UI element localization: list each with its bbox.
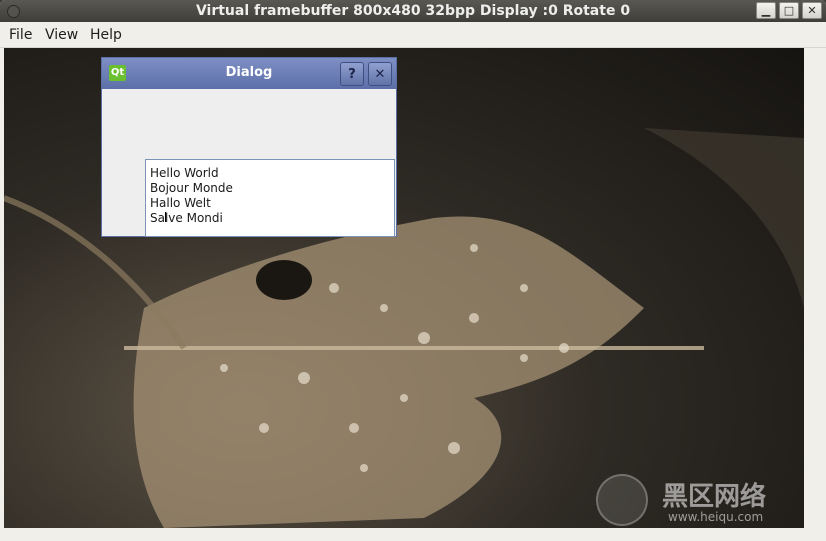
qt-dialog: Qt Dialog ? ✕ Hello World Bojour Monde H…: [101, 57, 397, 237]
framebuffer-window: Virtual framebuffer 800x480 32bpp Displa…: [0, 0, 826, 541]
text-line: Bojour Monde: [150, 181, 233, 195]
maximize-button[interactable]: □: [779, 2, 799, 19]
text-cursor: [165, 212, 166, 222]
dialog-help-button[interactable]: ?: [340, 62, 364, 86]
dialog-titlebar[interactable]: Qt Dialog ? ✕: [102, 58, 396, 89]
right-border: [804, 48, 826, 528]
bottom-border: [0, 528, 826, 541]
close-icon: ✕: [374, 66, 386, 82]
framebuffer-canvas: Qt Dialog ? ✕ Hello World Bojour Monde H…: [4, 48, 804, 528]
close-button[interactable]: ✕: [802, 2, 822, 19]
menu-file[interactable]: File: [9, 27, 32, 43]
text-edit[interactable]: Hello World Bojour Monde Hallo Welt Salv…: [145, 159, 395, 237]
watermark-url: www.heiqu.com: [668, 510, 764, 524]
minimize-button[interactable]: ▁: [756, 2, 776, 19]
menu-help[interactable]: Help: [90, 27, 122, 43]
window-title: Virtual framebuffer 800x480 32bpp Displa…: [195, 3, 631, 19]
menubar: File View Help: [0, 22, 826, 48]
watermark-title: 黑区网络: [662, 482, 767, 512]
text-line: Salve Mondi: [150, 211, 223, 225]
menu-view[interactable]: View: [45, 27, 78, 43]
text-line: Hello World: [150, 166, 219, 180]
text-line: Hallo Welt: [150, 196, 211, 210]
maximize-icon: □: [783, 4, 795, 17]
help-icon: ?: [348, 66, 356, 82]
close-icon: ✕: [807, 4, 817, 17]
minimize-icon: ▁: [761, 4, 771, 17]
watermark-logo-icon: [596, 474, 648, 526]
watermark: 黑区网络 www.heiqu.com: [596, 474, 804, 526]
window-titlebar[interactable]: Virtual framebuffer 800x480 32bpp Displa…: [0, 0, 826, 22]
dialog-close-button[interactable]: ✕: [368, 62, 392, 86]
